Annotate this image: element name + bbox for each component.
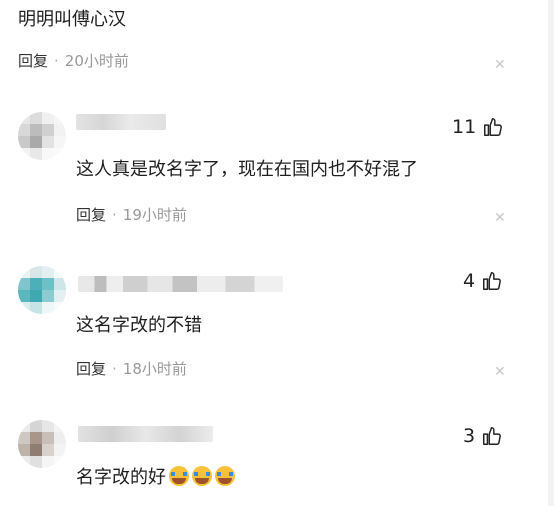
thumbs-up-icon[interactable] (482, 116, 504, 138)
reply-row: 回复 · 20小时前 (18, 51, 129, 71)
reply-button[interactable]: 回复 (76, 206, 106, 224)
like-count: 11 (452, 116, 477, 138)
scrollbar[interactable] (548, 0, 554, 506)
reply-button[interactable]: 回复 (18, 52, 48, 70)
username-blurred[interactable] (78, 426, 213, 442)
reply-row: 回复 · 19小时前 (76, 205, 187, 225)
close-icon[interactable]: ✕ (494, 211, 506, 225)
reply-row: 回复 · 18小时前 (76, 359, 187, 379)
like-count: 4 (463, 270, 476, 292)
like-control[interactable]: 3 (463, 424, 503, 448)
timestamp: 19小时前 (122, 206, 187, 224)
separator-dot: · (54, 52, 59, 70)
comment-text: 名字改的好 (76, 466, 235, 490)
crying-face-icon (192, 466, 212, 486)
username-blurred[interactable] (78, 276, 283, 292)
reply-button[interactable]: 回复 (76, 360, 106, 378)
separator-dot: · (112, 360, 117, 378)
separator-dot: · (112, 206, 117, 224)
thumbs-up-icon[interactable] (481, 425, 503, 447)
like-count: 3 (463, 425, 476, 447)
crying-face-icon (215, 466, 235, 486)
avatar[interactable] (18, 112, 66, 160)
timestamp: 18小时前 (122, 360, 187, 378)
close-icon[interactable]: ✕ (494, 58, 506, 72)
like-control[interactable]: 4 (463, 269, 503, 293)
username-blurred[interactable] (76, 114, 166, 130)
like-control[interactable]: 11 (452, 115, 504, 139)
comment-text: 明明叫傅心汉 (18, 9, 126, 30)
avatar[interactable] (18, 266, 66, 314)
comment-text: 这人真是改名字了，现在在国内也不好混了 (76, 159, 418, 180)
timestamp: 20小时前 (64, 52, 129, 70)
thumbs-up-icon[interactable] (481, 270, 503, 292)
comment-text: 这名字改的不错 (76, 315, 202, 336)
crying-face-icon (169, 466, 189, 486)
comment-text-content: 名字改的好 (76, 467, 166, 488)
avatar[interactable] (18, 420, 66, 468)
close-icon[interactable]: ✕ (494, 365, 506, 379)
